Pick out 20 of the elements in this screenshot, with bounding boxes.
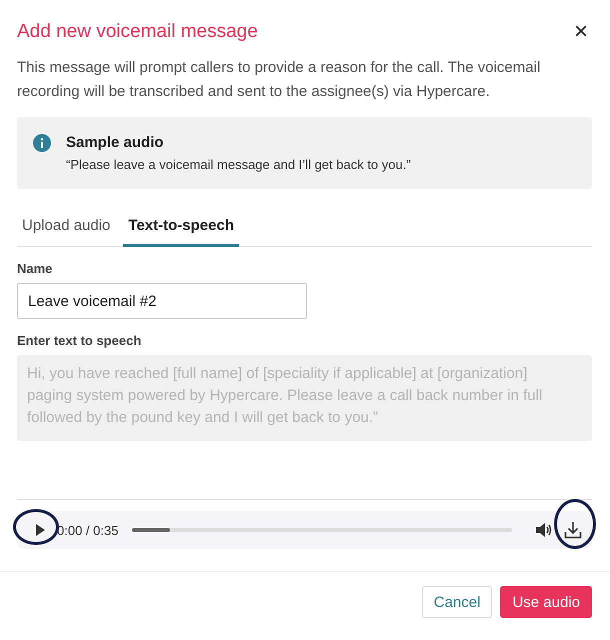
- dialog-title: Add new voicemail message: [17, 21, 258, 43]
- field-label: Name: [17, 261, 54, 276]
- download-button[interactable]: [562, 519, 584, 541]
- volume-button[interactable]: [534, 521, 554, 539]
- tab[interactable]: Text-to-speech: [123, 213, 239, 247]
- description-text: This message will prompt callers to provide a reason for the call. The voicemail recording will be transcribed and sent to the assignee(s) via Hypercare.: [17, 58, 542, 102]
- name-field[interactable]: Leave voicemail #2: [17, 283, 307, 319]
- speech-field[interactable]: Hi, you have reached [full name] of [speciality if applicable] at [organization] paging system powered by Hypercare. Please leave a call back number in full followed by the pound key and I will get back to you.”: [17, 355, 592, 441]
- download-icon: [564, 521, 582, 539]
- use-audio-button[interactable]: Use audio: [500, 586, 592, 618]
- field-label: Enter text to speech: [17, 333, 142, 348]
- info-icon: [33, 134, 51, 152]
- tab[interactable]: Upload audio: [17, 213, 116, 247]
- info-title: Sample audio: [66, 134, 165, 151]
- info-text: “Please leave a voicemail message and I’ll get back to you.”: [66, 157, 411, 172]
- close-button[interactable]: ×: [570, 20, 592, 44]
- volume-icon: [536, 523, 552, 537]
- cancel-button[interactable]: Cancel: [422, 586, 492, 618]
- play-icon: [35, 524, 45, 536]
- time-text: 0:00 / 0:35: [57, 522, 118, 538]
